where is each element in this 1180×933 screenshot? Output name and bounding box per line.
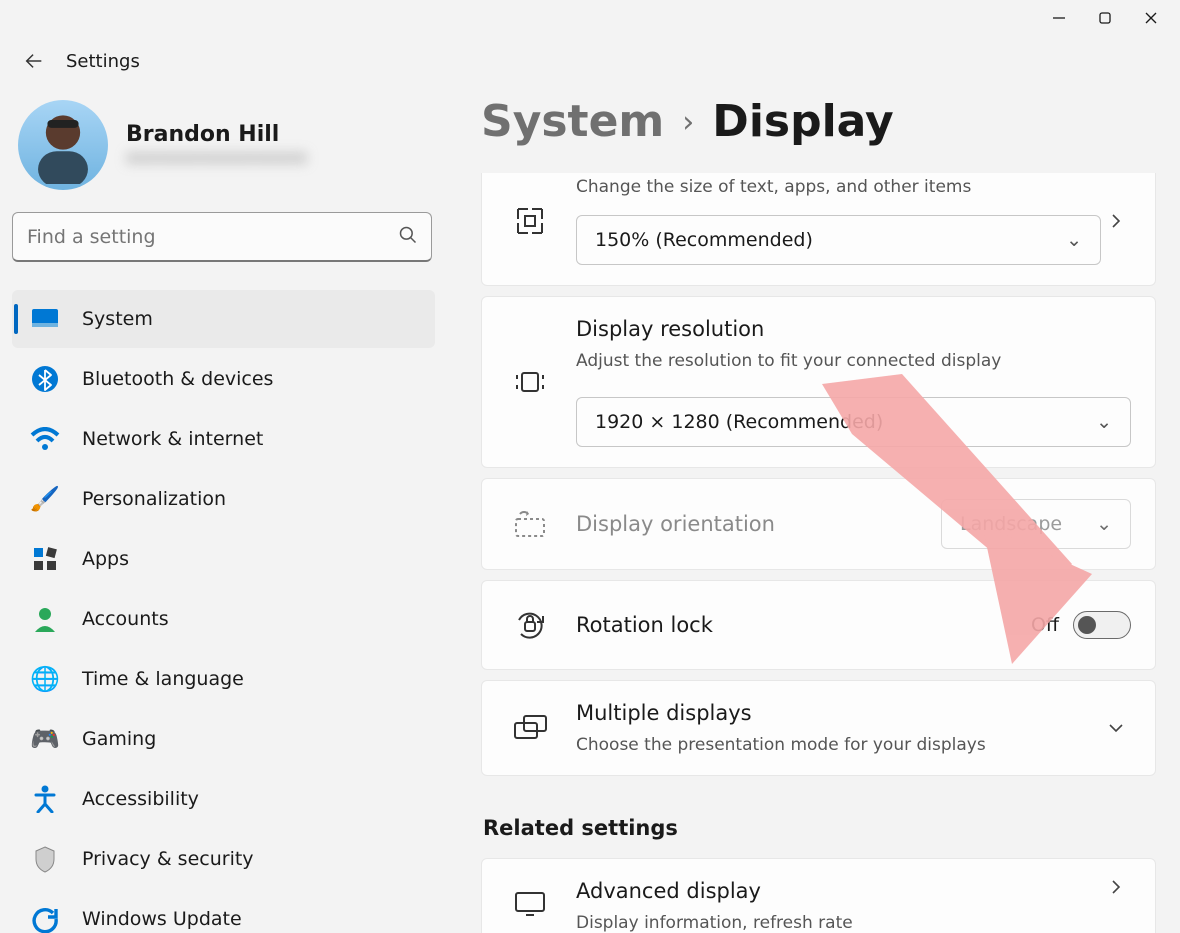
advanced-display-card[interactable]: Advanced display Display information, re… bbox=[481, 858, 1156, 933]
sidebar-item-update[interactable]: Windows Update bbox=[12, 890, 435, 933]
wifi-icon bbox=[26, 420, 64, 458]
content-pane: System › Display Change the size of text… bbox=[445, 86, 1180, 933]
search-wrap bbox=[12, 212, 432, 262]
sidebar-item-label: Gaming bbox=[82, 728, 156, 750]
rotation-lock-toggle[interactable] bbox=[1073, 611, 1131, 639]
user-email-masked: xxxxxxxxxxxxxxxxx bbox=[126, 147, 307, 168]
resolution-select[interactable]: 1920 × 1280 (Recommended) ⌄ bbox=[576, 397, 1131, 447]
sidebar-item-privacy[interactable]: Privacy & security bbox=[12, 830, 435, 888]
back-button[interactable] bbox=[16, 43, 52, 79]
resolution-value: 1920 × 1280 (Recommended) bbox=[595, 411, 883, 433]
sidebar: Brandon Hill xxxxxxxxxxxxxxxxx System Bl… bbox=[0, 86, 445, 933]
breadcrumb-current: Display bbox=[712, 96, 893, 147]
shield-icon bbox=[26, 840, 64, 878]
sidebar-item-label: Personalization bbox=[82, 488, 226, 510]
sidebar-item-label: Apps bbox=[82, 548, 129, 570]
person-icon bbox=[26, 600, 64, 638]
bluetooth-icon bbox=[26, 360, 64, 398]
resolution-card[interactable]: Display resolution Adjust the resolution… bbox=[481, 296, 1156, 468]
rotation-lock-state-label: Off bbox=[1031, 614, 1059, 636]
advanced-display-desc: Display information, refresh rate bbox=[576, 913, 1101, 933]
search-input[interactable] bbox=[12, 212, 432, 262]
sidebar-item-apps[interactable]: Apps bbox=[12, 530, 435, 588]
chevron-down-icon: ⌄ bbox=[1066, 229, 1082, 251]
window-titlebar bbox=[0, 0, 1180, 36]
app-header: Settings bbox=[0, 36, 1180, 86]
chevron-right-icon bbox=[1101, 879, 1131, 895]
gamepad-icon: 🎮 bbox=[26, 720, 64, 758]
chevron-right-icon bbox=[1101, 213, 1131, 229]
search-icon bbox=[398, 225, 418, 249]
window-close-button[interactable] bbox=[1128, 2, 1174, 34]
multiple-displays-icon bbox=[506, 704, 554, 752]
sidebar-item-gaming[interactable]: 🎮 Gaming bbox=[12, 710, 435, 768]
multiple-displays-card[interactable]: Multiple displays Choose the presentatio… bbox=[481, 680, 1156, 776]
scale-select[interactable]: 150% (Recommended) ⌄ bbox=[576, 215, 1101, 265]
user-name: Brandon Hill bbox=[126, 122, 307, 147]
scale-card[interactable]: Change the size of text, apps, and other… bbox=[481, 173, 1156, 286]
chevron-right-icon: › bbox=[682, 105, 694, 140]
resolution-title: Display resolution bbox=[576, 317, 1131, 341]
sidebar-item-time[interactable]: 🌐 Time & language bbox=[12, 650, 435, 708]
avatar bbox=[18, 100, 108, 190]
sidebar-item-label: Time & language bbox=[82, 668, 244, 690]
sidebar-item-label: Network & internet bbox=[82, 428, 263, 450]
rotation-lock-title: Rotation lock bbox=[576, 613, 713, 637]
multiple-displays-title: Multiple displays bbox=[576, 701, 1101, 725]
app-title: Settings bbox=[66, 51, 140, 72]
chevron-down-icon bbox=[1101, 720, 1131, 736]
apps-grid-icon bbox=[26, 540, 64, 578]
chevron-down-icon: ⌄ bbox=[1096, 411, 1112, 433]
multiple-displays-desc: Choose the presentation mode for your di… bbox=[576, 735, 1101, 755]
advanced-display-title: Advanced display bbox=[576, 879, 1101, 903]
sidebar-nav: System Bluetooth & devices Network & int… bbox=[12, 290, 435, 933]
sidebar-item-label: System bbox=[82, 308, 153, 330]
breadcrumb: System › Display bbox=[481, 86, 1156, 173]
chevron-down-icon: ⌄ bbox=[1096, 513, 1112, 535]
window-maximize-button[interactable] bbox=[1082, 2, 1128, 34]
advanced-display-icon bbox=[506, 879, 554, 927]
scale-icon bbox=[506, 197, 554, 245]
resolution-desc: Adjust the resolution to fit your connec… bbox=[576, 351, 1131, 371]
breadcrumb-parent[interactable]: System bbox=[481, 96, 664, 147]
sidebar-item-label: Accounts bbox=[82, 608, 169, 630]
sidebar-item-personalization[interactable]: 🖌️ Personalization bbox=[12, 470, 435, 528]
rotation-lock-icon bbox=[506, 601, 554, 649]
sidebar-item-label: Accessibility bbox=[82, 788, 199, 810]
sidebar-item-label: Windows Update bbox=[82, 908, 242, 930]
sidebar-item-accessibility[interactable]: Accessibility bbox=[12, 770, 435, 828]
orientation-card: Display orientation Landscape ⌄ bbox=[481, 478, 1156, 570]
sidebar-item-network[interactable]: Network & internet bbox=[12, 410, 435, 468]
orientation-icon bbox=[506, 500, 554, 548]
globe-clock-icon: 🌐 bbox=[26, 660, 64, 698]
orientation-select: Landscape ⌄ bbox=[941, 499, 1131, 549]
user-block[interactable]: Brandon Hill xxxxxxxxxxxxxxxxx bbox=[12, 86, 435, 212]
rotation-lock-card[interactable]: Rotation lock Off bbox=[481, 580, 1156, 670]
sidebar-item-system[interactable]: System bbox=[12, 290, 435, 348]
paintbrush-icon: 🖌️ bbox=[26, 480, 64, 518]
resolution-icon bbox=[506, 358, 554, 406]
window-minimize-button[interactable] bbox=[1036, 2, 1082, 34]
sidebar-item-accounts[interactable]: Accounts bbox=[12, 590, 435, 648]
related-settings-heading: Related settings bbox=[481, 786, 1156, 858]
orientation-value: Landscape bbox=[960, 513, 1062, 535]
scale-desc: Change the size of text, apps, and other… bbox=[576, 177, 1101, 197]
sidebar-item-label: Privacy & security bbox=[82, 848, 254, 870]
accessibility-icon bbox=[26, 780, 64, 818]
display-icon bbox=[26, 300, 64, 338]
sidebar-item-bluetooth[interactable]: Bluetooth & devices bbox=[12, 350, 435, 408]
scale-value: 150% (Recommended) bbox=[595, 229, 813, 251]
sidebar-item-label: Bluetooth & devices bbox=[82, 368, 273, 390]
orientation-title: Display orientation bbox=[576, 512, 775, 536]
update-icon bbox=[26, 900, 64, 933]
